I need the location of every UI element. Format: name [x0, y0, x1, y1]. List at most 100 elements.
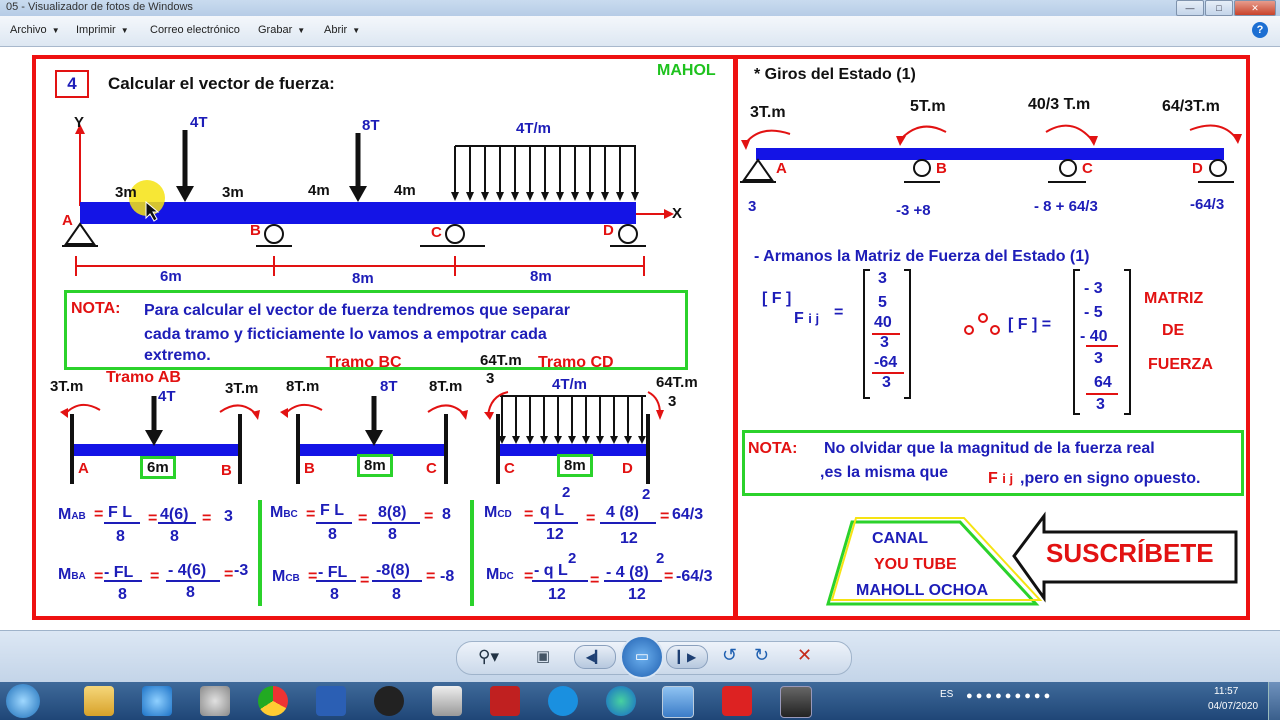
language-indicator[interactable]: ES — [940, 689, 953, 700]
mba-den1: 8 — [118, 586, 127, 603]
state-node-c: C — [1082, 160, 1093, 177]
col1-0: 3 — [878, 270, 887, 287]
mab-result: 3 — [224, 508, 233, 525]
node-b: B — [250, 222, 261, 239]
tramo-bc-load: 8T — [380, 378, 398, 395]
mbc-label: MBC — [270, 504, 298, 521]
word-icon[interactable] — [316, 686, 346, 716]
mcd-sup2: 2 — [642, 486, 651, 503]
f-label: [ F ] — [762, 290, 792, 307]
tramo-cd-m-left-den: 3 — [486, 370, 495, 387]
mcd-eq2: = — [586, 510, 596, 527]
nota-line-2: cada tramo y ficticiamente lo vamos a em… — [144, 326, 547, 343]
mcd-sup1: 2 — [562, 484, 571, 501]
matriz-word-3: FUERZA — [1148, 356, 1213, 373]
col1-5: 3 — [882, 374, 891, 391]
tramo-cd-m-right-den: 3 — [668, 393, 677, 410]
moment-d: 64/3T.m — [1162, 98, 1220, 115]
tramo-bc-node-c: C — [426, 460, 437, 477]
media-center-icon[interactable] — [200, 686, 230, 716]
mab-num1: F L — [108, 504, 132, 521]
giros-heading: * Giros del Estado (1) — [754, 66, 916, 83]
node-d: D — [603, 222, 614, 239]
next-button[interactable]: ▎▶ — [666, 645, 708, 669]
obs-icon[interactable] — [374, 686, 404, 716]
zoom-icon[interactable]: ⚲▾ — [478, 647, 499, 667]
tramo-ab-title: Tramo AB — [106, 369, 181, 386]
mba-eq3: = — [224, 566, 234, 583]
axis-x-label: X — [672, 205, 683, 222]
mcb-eq1: = — [308, 568, 318, 585]
moment-b: 5T.m — [910, 98, 946, 115]
f2-label: [ F ] = — [1008, 316, 1052, 333]
col1-1: 5 — [878, 294, 887, 311]
rotate-right-icon[interactable]: ↻ — [754, 645, 769, 666]
col1-4: -64 — [874, 354, 898, 371]
internet-explorer-icon[interactable] — [142, 686, 172, 716]
mcd-num2: 4 (8) — [606, 504, 639, 521]
mab-num2: 4(6) — [160, 506, 189, 523]
tramo-ab-node-a: A — [78, 460, 89, 477]
mcd-label: MCD — [484, 504, 512, 521]
mbc-num2: 8(8) — [378, 504, 407, 521]
acrobat-icon[interactable] — [722, 686, 752, 716]
dim-top-2: 3m — [222, 184, 244, 201]
rotate-left-icon[interactable]: ↺ — [722, 645, 737, 666]
mba-den2: 8 — [186, 584, 195, 601]
youtube-label: YOU TUBE — [874, 556, 957, 573]
sap-icon[interactable] — [490, 686, 520, 716]
slideshow-button[interactable]: ▭ — [620, 635, 664, 679]
nota-right-line-1: No olvidar que la magnitud de la fuerza … — [824, 440, 1155, 457]
mbc-eq3: = — [424, 508, 434, 525]
nota-line-1: Para calcular el vector de fuerza tendre… — [144, 302, 570, 319]
previous-button[interactable]: ◀▎ — [574, 645, 616, 669]
mab-eq2: = — [148, 510, 158, 527]
mba-eq2: = — [150, 568, 160, 585]
canal-label: CANAL — [872, 530, 928, 547]
mdc-sup1: 2 — [568, 550, 577, 567]
photo-viewer-task-icon[interactable] — [662, 686, 694, 718]
mdc-eq3: = — [664, 568, 674, 585]
mcd-eq3: = — [660, 508, 670, 525]
col2-1: - 5 — [1084, 304, 1103, 321]
mcd-num1: q L — [540, 502, 564, 519]
camera-app-icon[interactable] — [780, 686, 812, 718]
col2-2: - 40 — [1080, 328, 1108, 345]
mdc-num2: - 4 (8) — [606, 564, 649, 581]
calculator-icon[interactable] — [432, 686, 462, 716]
dim-bottom-3: 8m — [530, 268, 552, 285]
edge-icon[interactable] — [606, 686, 636, 716]
mdc-den1: 12 — [548, 586, 566, 603]
teamviewer-icon[interactable] — [548, 686, 578, 716]
tramo-ab-m-left: 3T.m — [50, 378, 84, 395]
mbc-eq2: = — [358, 510, 368, 527]
mba-label: MBA — [58, 566, 86, 583]
node-a: A — [62, 212, 73, 229]
tramo-cd-load: 4T/m — [552, 376, 588, 393]
mcb-eq3: = — [426, 568, 436, 585]
channel-name: MAHOLL OCHOA — [856, 582, 989, 599]
start-button[interactable] — [6, 684, 40, 718]
mcb-num2: -8(8) — [376, 562, 410, 579]
mdc-den2: 12 — [628, 586, 646, 603]
chrome-icon[interactable] — [258, 686, 288, 716]
explorer-icon[interactable] — [84, 686, 114, 716]
clock-date[interactable]: 04/07/2020 — [1208, 701, 1258, 712]
clock-time[interactable]: 11:57 — [1214, 686, 1238, 697]
matriz-word-1: MATRIZ — [1144, 290, 1204, 307]
matriz-word-2: DE — [1162, 322, 1185, 339]
mdc-result: -64/3 — [676, 568, 713, 585]
fit-window-icon[interactable]: ▣ — [536, 647, 550, 665]
step-number: 4 — [55, 70, 89, 98]
mcb-result: -8 — [440, 568, 455, 585]
tray-icons[interactable]: ● ● ● ● ● ● ● ● ● — [966, 690, 1050, 702]
show-desktop-button[interactable] — [1268, 682, 1280, 720]
mdc-eq1: = — [524, 568, 534, 585]
col2-4: 64 — [1094, 374, 1112, 391]
tramo-ab-length: 6m — [140, 456, 176, 479]
delete-icon[interactable]: ✕ — [797, 645, 812, 666]
mdc-eq2: = — [590, 572, 600, 589]
matrix-title: - Armanos la Matriz de Fuerza del Estado… — [754, 248, 1090, 265]
mbc-num1: F L — [320, 502, 344, 519]
mcd-den1: 12 — [546, 526, 564, 543]
